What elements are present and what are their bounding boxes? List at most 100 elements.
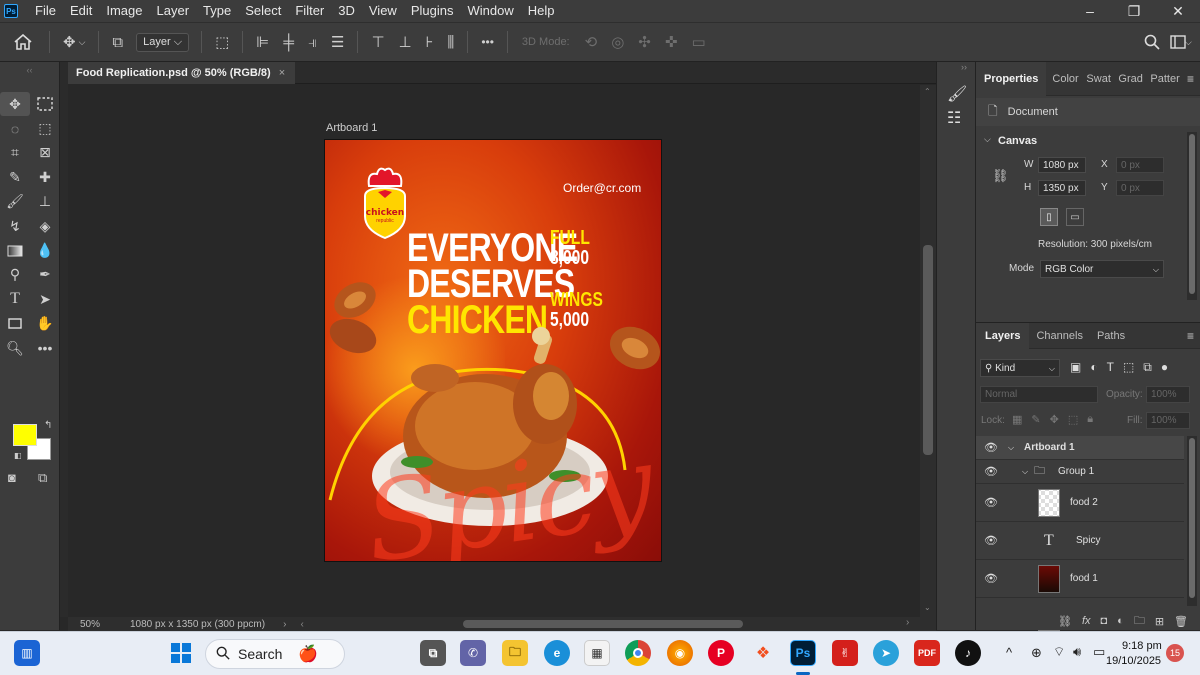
delete-layer-icon[interactable]: 🗑 — [1174, 615, 1188, 628]
tab-properties[interactable]: Properties — [976, 61, 1047, 96]
blur-tool-icon[interactable]: 💧 — [30, 238, 60, 262]
height-field[interactable]: 1350 px — [1038, 180, 1086, 196]
notification-badge[interactable]: 15 — [1166, 644, 1184, 662]
home-icon[interactable] — [14, 34, 32, 50]
marquee-tool-icon[interactable] — [30, 92, 60, 116]
status-menu-icon[interactable]: › — [283, 619, 286, 630]
store-icon[interactable]: ▦ — [584, 640, 610, 666]
menu-type[interactable]: Type — [196, 0, 238, 22]
language-icon[interactable]: ⊕ — [1031, 645, 1042, 661]
widgets-icon[interactable]: ▥ — [14, 640, 40, 666]
chevron-down-icon[interactable]: ⌵ — [984, 134, 991, 145]
fx-icon[interactable]: fx — [1082, 615, 1091, 627]
filter-toggle-icon[interactable]: ● — [1161, 360, 1168, 375]
filter-adjustment-icon[interactable]: ◐ — [1090, 360, 1097, 375]
menu-window[interactable]: Window — [460, 0, 520, 22]
link-layers-icon[interactable]: ⛓ — [1058, 615, 1072, 628]
panel-menu-icon[interactable]: ≡ — [1187, 72, 1194, 86]
width-field[interactable]: 1080 px — [1038, 157, 1086, 173]
auto-select-icon[interactable]: ⧉ — [112, 34, 123, 51]
transform-controls-icon[interactable]: ⬚ — [215, 33, 229, 51]
canvas-section-label[interactable]: Canvas — [998, 135, 1037, 147]
chevron-down-icon[interactable]: ⌵ — [79, 37, 86, 48]
vertical-scroll-thumb[interactable] — [923, 245, 933, 455]
menu-view[interactable]: View — [362, 0, 404, 22]
quick-mask-icon[interactable]: ◙ — [8, 470, 16, 485]
layers-scroll-thumb[interactable] — [1189, 438, 1195, 598]
add-mask-icon[interactable]: ◘ — [1101, 615, 1108, 627]
align-middle-icon[interactable]: ⊥ — [399, 33, 412, 51]
menu-select[interactable]: Select — [238, 0, 288, 22]
pdf-app-icon[interactable]: PDF — [914, 640, 940, 666]
firefox-icon[interactable]: ◉ — [667, 640, 693, 666]
panel-menu-icon[interactable]: ≡ — [1187, 329, 1194, 343]
dodge-tool-icon[interactable]: ⚲ — [0, 263, 30, 287]
photoshop-taskbar-icon[interactable]: Ps — [790, 640, 816, 666]
figma-icon[interactable]: ❖ — [750, 640, 776, 666]
move-tool-icon[interactable]: ✥ — [0, 92, 30, 117]
layers-scrollbar[interactable] — [1187, 436, 1197, 606]
visibility-eye-icon[interactable]: 👁︎ — [984, 465, 998, 478]
layer-kind-filter[interactable]: ⚲ Kind ⌵ — [980, 359, 1060, 377]
history-brush-tool-icon[interactable]: ↯ — [0, 214, 30, 238]
edit-toolbar-icon[interactable]: ••• — [30, 336, 60, 360]
filter-smartobject-icon[interactable]: ⧉ — [1143, 360, 1152, 375]
edge-icon[interactable]: e — [544, 640, 570, 666]
menu-layer[interactable]: Layer — [150, 0, 197, 22]
chevron-down-icon[interactable]: ⌵ — [1022, 467, 1028, 477]
close-tab-button[interactable]: × — [279, 67, 285, 79]
tab-layers[interactable]: Layers — [976, 322, 1030, 349]
object-selection-tool-icon[interactable]: ⬚ — [30, 116, 60, 140]
menu-filter[interactable]: Filter — [288, 0, 331, 22]
healing-brush-tool-icon[interactable]: ✚ — [30, 165, 60, 189]
align-left-icon[interactable]: ⊫ — [256, 33, 269, 51]
more-options-button[interactable]: ••• — [481, 35, 494, 49]
tiktok-icon[interactable]: ♪ — [955, 640, 981, 666]
adjustments-icon[interactable]: ☷ — [947, 108, 961, 128]
default-colors-icon[interactable]: ◧ — [14, 451, 22, 460]
restore-button[interactable]: ❐ — [1112, 0, 1156, 22]
chevron-down-icon[interactable]: ⌵ — [1185, 37, 1192, 48]
wifi-icon[interactable]: ⌔ — [1053, 644, 1065, 660]
eraser-tool-icon[interactable]: ◈ — [30, 214, 60, 238]
distribute-vertical-icon[interactable]: ⫼ — [447, 34, 454, 51]
tab-channels[interactable]: Channels — [1029, 323, 1089, 349]
lasso-tool-icon[interactable]: ◌ — [0, 116, 30, 140]
taskbar-search[interactable]: Search 🍎 — [205, 639, 345, 669]
start-icon[interactable] — [168, 640, 194, 666]
zoom-level[interactable]: 50% — [80, 619, 130, 630]
type-tool-icon[interactable]: T — [0, 287, 30, 311]
align-right-icon[interactable]: ⫣ — [308, 34, 317, 51]
x-field[interactable]: 0 px — [1116, 157, 1164, 173]
mode-dropdown[interactable]: RGB Color ⌵ — [1040, 260, 1164, 278]
auto-select-target-dropdown[interactable]: Layer ⌵ — [136, 32, 190, 52]
tab-patterns[interactable]: Patter — [1144, 62, 1186, 96]
acrobat-icon[interactable]: ✌ — [832, 640, 858, 666]
pen-tool-icon[interactable]: ✒ — [30, 263, 60, 287]
brush-tool-icon[interactable]: 🖌 — [0, 190, 30, 214]
y-field[interactable]: 0 px — [1116, 180, 1164, 196]
tab-gradients[interactable]: Grad — [1112, 62, 1144, 96]
crop-tool-icon[interactable]: ⌗ — [0, 141, 30, 165]
clone-stamp-tool-icon[interactable]: ⊥ — [30, 190, 60, 214]
pinterest-icon[interactable]: P — [708, 640, 734, 666]
link-dimensions-icon[interactable]: ⛓ — [992, 168, 1009, 184]
workspace-icon[interactable] — [1170, 35, 1186, 49]
scroll-up-icon[interactable]: ⌃ — [924, 87, 931, 96]
menu-edit[interactable]: Edit — [63, 0, 99, 22]
filter-type-icon[interactable]: T — [1107, 360, 1114, 375]
scroll-right-icon[interactable]: › — [906, 617, 909, 628]
properties-scrollbar[interactable] — [1187, 132, 1197, 300]
tab-color[interactable]: Color — [1046, 62, 1080, 96]
visibility-eye-icon[interactable]: 👁︎ — [984, 441, 998, 454]
path-selection-tool-icon[interactable]: ➤ — [30, 287, 60, 311]
adjustment-layer-icon[interactable]: ◐ — [1117, 615, 1124, 627]
collapse-panel-icon[interactable]: ‹‹ — [0, 62, 59, 78]
frame-tool-icon[interactable]: ⊠ — [30, 141, 60, 165]
visibility-eye-icon[interactable]: 👁︎ — [984, 496, 998, 509]
align-center-icon[interactable]: ╪ — [283, 34, 294, 51]
tab-paths[interactable]: Paths — [1090, 323, 1132, 349]
layer-row-group[interactable]: 👁︎ ⌵ 🗀 Group 1 — [976, 460, 1184, 484]
properties-scroll-thumb[interactable] — [1189, 134, 1195, 294]
tab-swatches[interactable]: Swat — [1080, 62, 1112, 96]
